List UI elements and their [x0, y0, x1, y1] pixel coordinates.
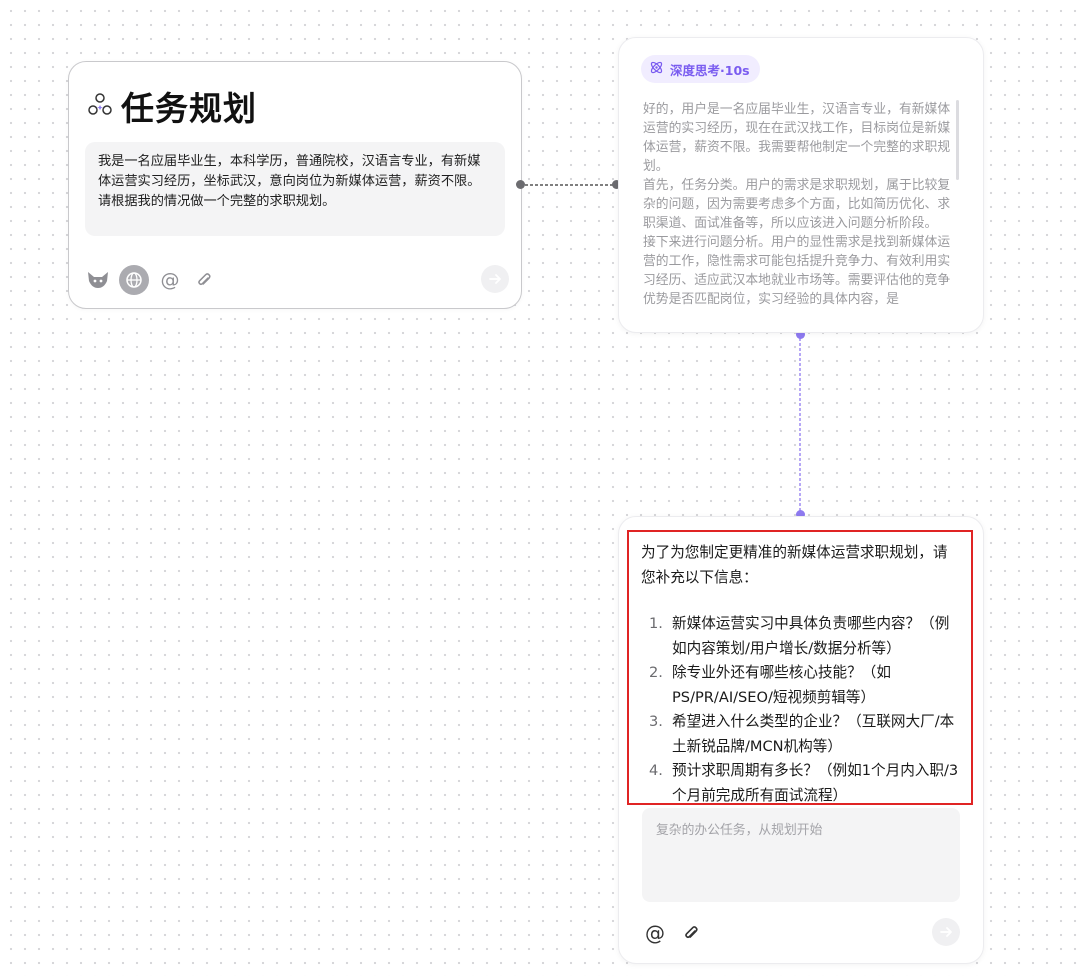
thinking-scrollbar[interactable]: [956, 100, 959, 180]
thinking-content: 好的，用户是一名应届毕业生，汉语言专业，有新媒体运营的实习经历，现在在武汉找工作…: [643, 100, 961, 330]
clarifying-questions-box: 为了为您制定更精准的新媒体运营求职规划，请您补充以下信息： 1. 新媒体运营实习…: [627, 530, 973, 805]
paperclip-icon[interactable]: [678, 918, 704, 948]
question-text: 除专业外还有哪些核心技能？（如PS/PR/AI/SEO/短视频剪辑等）: [672, 664, 891, 706]
at-icon[interactable]: @: [642, 918, 668, 948]
connector-dot-task-out[interactable]: [516, 180, 525, 189]
question-number: 4.: [649, 762, 663, 779]
task-header: 任务规划: [87, 82, 257, 130]
fox-icon[interactable]: [85, 265, 111, 295]
globe-icon[interactable]: [119, 265, 149, 295]
deep-thinking-card: 深度思考·10s 好的，用户是一名应届毕业生，汉语言专业，有新媒体运营的实习经历…: [618, 37, 984, 333]
at-icon[interactable]: @: [157, 265, 183, 295]
atom-icon: [649, 60, 664, 78]
question-text: 预计求职周期有多长？（例如1个月内入职/3个月前完成所有面试流程）: [672, 762, 959, 804]
thinking-paragraph: 好的，用户是一名应届毕业生，汉语言专业，有新媒体运营的实习经历，现在在武汉找工作…: [643, 102, 951, 174]
reply-toolbar: @: [642, 918, 960, 948]
paperclip-icon[interactable]: [191, 265, 217, 295]
question-number: 2.: [649, 664, 663, 681]
question-text: 新媒体运营实习中具体负责哪些内容？（例如内容策划/用户增长/数据分析等）: [672, 615, 950, 657]
task-prompt-input[interactable]: 我是一名应届毕业生，本科学历，普通院校，汉语言专业，有新媒体运营实习经历，坐标武…: [85, 142, 505, 236]
list-item: 1. 新媒体运营实习中具体负责哪些内容？（例如内容策划/用户增长/数据分析等）: [641, 612, 959, 661]
question-number: 1.: [649, 615, 663, 632]
task-planning-icon: [87, 91, 113, 121]
thinking-paragraph: 接下来进行问题分析。用户的显性需求是找到新媒体运营的工作，隐性需求可能包括提升竞…: [643, 235, 951, 307]
list-item: 3. 希望进入什么类型的企业？（互联网大厂/本土新锐品牌/MCN机构等）: [641, 710, 959, 759]
question-number: 3.: [649, 713, 663, 730]
fade-overlay: [643, 304, 961, 330]
list-item: 4. 预计求职周期有多长？（例如1个月内入职/3个月前完成所有面试流程）: [641, 759, 959, 804]
deep-thinking-label: 深度思考·10s: [670, 62, 750, 78]
answer-intro: 为了为您制定更精准的新媒体运营求职规划，请您补充以下信息：: [641, 544, 948, 586]
task-planning-card: 任务规划 我是一名应届毕业生，本科学历，普通院校，汉语言专业，有新媒体运营实习经…: [68, 61, 522, 309]
question-text: 希望进入什么类型的企业？（互联网大厂/本土新锐品牌/MCN机构等）: [672, 713, 955, 755]
list-item: 2. 除专业外还有哪些核心技能？（如PS/PR/AI/SEO/短视频剪辑等）: [641, 661, 959, 710]
task-title: 任务规划: [121, 89, 257, 128]
reply-input[interactable]: 复杂的办公任务，从规划开始: [642, 808, 960, 902]
send-arrow-icon[interactable]: [932, 918, 960, 946]
send-arrow-icon[interactable]: [481, 265, 509, 293]
deep-thinking-badge[interactable]: 深度思考·10s: [641, 55, 760, 83]
thinking-paragraph: 首先，任务分类。用户的需求是求职规划，属于比较复杂的问题，因为需要考虑多个方面，…: [643, 178, 951, 231]
question-list: 1. 新媒体运营实习中具体负责哪些内容？（例如内容策划/用户增长/数据分析等） …: [641, 612, 959, 804]
task-toolbar: @: [85, 265, 509, 295]
